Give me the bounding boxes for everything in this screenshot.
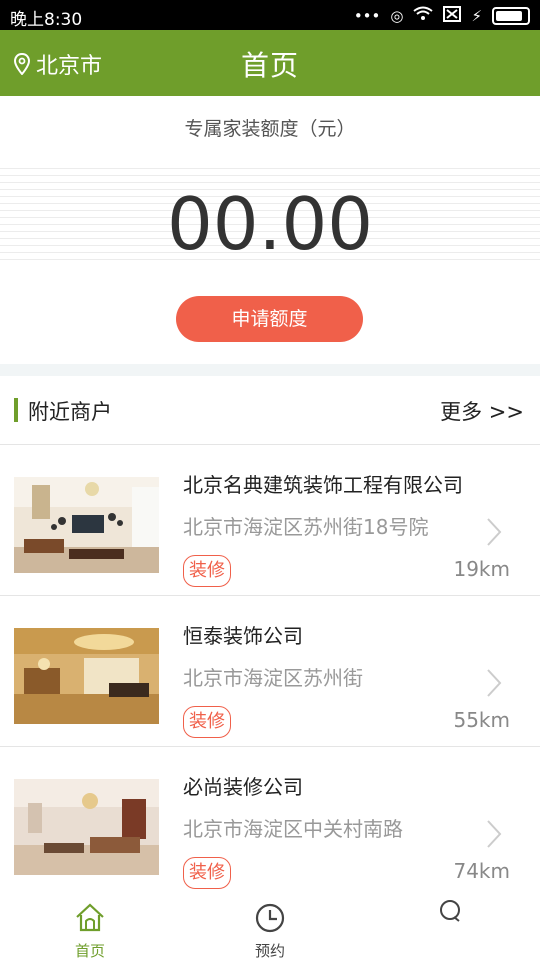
merchant-address: 北京市海淀区苏州街18号院: [183, 515, 429, 539]
merchant-tag: 装修: [183, 857, 231, 889]
merchant-address: 北京市海淀区中关村南路: [183, 817, 403, 841]
wifi-icon: [413, 6, 434, 26]
merchant-name: 恒泰装饰公司: [183, 624, 303, 648]
page-title: 首页: [240, 49, 299, 82]
more-link[interactable]: 更多 >>: [440, 396, 524, 426]
quota-amount: 00.00: [166, 182, 374, 266]
merchant-tag: 装修: [183, 555, 231, 587]
tab-messages[interactable]: [360, 890, 540, 960]
merchant-photo: [14, 779, 159, 875]
tab-appointment-label: 预约: [254, 942, 285, 960]
merchant-distance: 55km: [453, 708, 510, 732]
home-icon: [76, 903, 104, 932]
charging-icon: ⚡: [471, 7, 482, 25]
merchant-address: 北京市海淀区苏州街: [183, 666, 363, 690]
merchant-item[interactable]: 必尚装修公司 北京市海淀区中关村南路 装修 74km: [0, 747, 540, 898]
quota-label: 专属家装额度（元）: [184, 118, 356, 140]
status-bar: 晚上8:30 ••• ◎ ⚡: [0, 0, 540, 30]
app-header: 北京市 首页: [0, 30, 540, 96]
status-time: 晚上8:30: [10, 10, 83, 30]
chat-icon: [440, 900, 460, 922]
merchant-name: 必尚装修公司: [183, 775, 303, 799]
merchant-tag: 装修: [183, 706, 231, 738]
battery-icon: [492, 7, 530, 25]
tab-home[interactable]: 首页: [0, 890, 180, 960]
sim-off-icon: [443, 6, 462, 26]
merchant-item[interactable]: 北京名典建筑装饰工程有限公司 北京市海淀区苏州街18号院 装修 19km: [0, 445, 540, 596]
chevron-right-icon: [487, 518, 502, 546]
location-icon: ◎: [390, 7, 404, 25]
merchant-name: 北京名典建筑装饰工程有限公司: [183, 473, 463, 497]
tab-appointment[interactable]: 预约: [180, 890, 360, 960]
apply-quota-button[interactable]: 申请额度: [176, 296, 363, 342]
section-accent-bar: [14, 398, 18, 422]
nearby-title: 附近商户: [28, 400, 112, 424]
nearby-header: 附近商户 更多 >>: [0, 376, 540, 445]
merchant-distance: 74km: [453, 859, 510, 883]
merchant-photo: [14, 477, 159, 573]
clock-icon: [255, 903, 285, 933]
tab-home-label: 首页: [74, 942, 105, 960]
chevron-right-icon: [487, 669, 502, 697]
chevron-right-icon: [487, 820, 502, 848]
merchant-item[interactable]: 恒泰装饰公司 北京市海淀区苏州街 装修 55km: [0, 596, 540, 747]
quota-panel: 专属家装额度（元） 00.00 申请额度: [0, 96, 540, 364]
bottom-tab-bar: 首页 预约: [0, 890, 540, 960]
merchant-photo: [14, 628, 159, 724]
section-divider: [0, 364, 540, 376]
signal-dots-icon: •••: [353, 7, 381, 25]
merchant-distance: 19km: [453, 557, 510, 581]
